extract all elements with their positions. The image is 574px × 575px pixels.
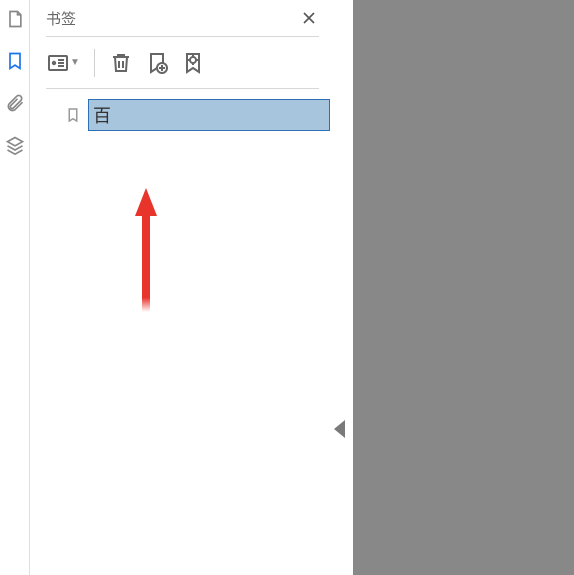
- panel-resize-gutter[interactable]: [335, 0, 353, 575]
- panel-header: 书签: [46, 0, 319, 36]
- panel-toolbar: ▼: [46, 36, 319, 88]
- vertical-toolbar: [0, 0, 30, 575]
- close-panel-button[interactable]: [299, 8, 319, 28]
- bookmark-icon: [64, 106, 82, 124]
- attachments-panel-icon[interactable]: [4, 92, 26, 114]
- new-bookmark-button[interactable]: [145, 51, 169, 75]
- bookmark-list: [46, 88, 319, 131]
- panel-title: 书签: [46, 8, 76, 29]
- collapse-panel-handle[interactable]: [334, 420, 345, 438]
- layers-panel-icon[interactable]: [4, 134, 26, 156]
- document-area: [353, 0, 574, 575]
- bookmarks-panel: 书签 ▼: [30, 0, 335, 575]
- toolbar-separator: [94, 49, 95, 77]
- bookmarks-panel-icon[interactable]: [4, 50, 26, 72]
- delete-bookmark-button[interactable]: [109, 51, 133, 75]
- bookmark-name-input[interactable]: [88, 99, 330, 131]
- chevron-down-icon: ▼: [70, 57, 80, 68]
- target-bookmark-button[interactable]: [181, 51, 205, 75]
- bookmark-item: [46, 99, 319, 131]
- bookmark-options-button[interactable]: ▼: [46, 51, 80, 75]
- pages-panel-icon[interactable]: [4, 8, 26, 30]
